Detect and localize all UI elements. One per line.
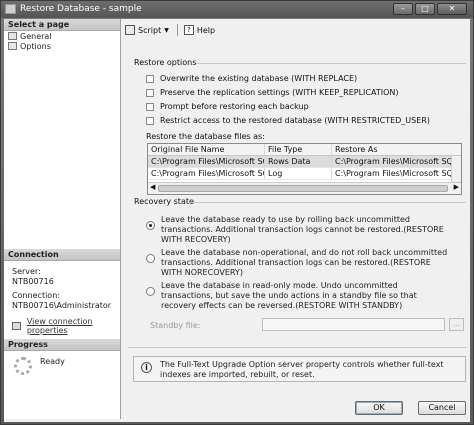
recovery-state-label: Recovery state	[134, 197, 194, 206]
scroll-right-icon[interactable]: ▶	[454, 183, 459, 191]
help-button[interactable]: ? Help	[183, 25, 216, 35]
window-title: Restore Database - sample	[20, 4, 142, 14]
info-panel: i The Full-Text Upgrade Option server pr…	[133, 356, 466, 382]
recovery-state-divider	[190, 202, 466, 203]
radio-with-recovery[interactable]: Leave the database ready to use by rolli…	[146, 215, 451, 245]
standby-file-input[interactable]	[262, 318, 445, 331]
column-file-type[interactable]: File Type	[265, 144, 332, 155]
database-icon	[5, 4, 16, 14]
properties-icon	[12, 322, 21, 330]
checkbox-box[interactable]	[146, 102, 154, 111]
server-label: Server:	[12, 267, 41, 276]
ok-button[interactable]: OK	[355, 401, 403, 415]
cell-restore-as[interactable]: C:\Program Files\Microsoft SQL...	[332, 156, 451, 167]
checkbox-prompt-before-restoring[interactable]: Prompt before restoring each backup	[146, 102, 309, 111]
column-restore-as[interactable]: Restore As	[332, 144, 451, 155]
radio-button[interactable]	[146, 287, 155, 296]
progress-header: Progress	[4, 339, 120, 351]
help-label: Help	[196, 25, 216, 35]
restore-database-window: Restore Database - sample – □ ✕ Select a…	[0, 0, 474, 425]
page-label: General	[20, 31, 52, 41]
table-row[interactable]: C:\Program Files\Microsoft SQL... Log C:…	[148, 168, 461, 180]
info-icon: i	[141, 362, 152, 373]
cell-file-type: Log	[265, 168, 332, 179]
radio-button[interactable]	[146, 254, 155, 263]
radio-button[interactable]	[146, 221, 155, 230]
cell-original-file: C:\Program Files\Microsoft SQL...	[148, 156, 265, 167]
grid-header: Original File Name File Type Restore As	[148, 144, 461, 156]
checkbox-box[interactable]	[146, 74, 154, 83]
progress-spinner-icon	[14, 357, 32, 375]
radio-with-norecovery[interactable]: Leave the database non-operational, and …	[146, 248, 451, 278]
toolbar-separator	[176, 24, 178, 36]
column-original-file-name[interactable]: Original File Name	[148, 144, 265, 155]
cell-restore-as[interactable]: C:\Program Files\Microsoft SQL...	[332, 168, 451, 179]
checkbox-box[interactable]	[146, 88, 154, 97]
chevron-down-icon[interactable]: ▼	[164, 27, 169, 34]
checkbox-label: Overwrite the existing database (WITH RE…	[160, 74, 358, 83]
restore-options-divider	[196, 63, 466, 64]
connection-value: NTB00716\Administrator	[12, 301, 112, 310]
progress-status: Ready	[40, 357, 65, 366]
connection-label: Connection:	[12, 291, 60, 300]
checkbox-with-replace[interactable]: Overwrite the existing database (WITH RE…	[146, 74, 357, 83]
resize-grip-icon[interactable]: ⋱	[462, 413, 468, 420]
restore-files-grid[interactable]: Original File Name File Type Restore As …	[147, 143, 462, 195]
left-pane: Select a page General Options Connection…	[4, 19, 121, 419]
checkbox-label: Restrict access to the restored database…	[160, 116, 430, 125]
vertical-scrollbar[interactable]	[451, 156, 461, 182]
title-bar[interactable]: Restore Database - sample – □ ✕	[1, 1, 473, 18]
script-icon	[125, 25, 135, 35]
restore-options-label: Restore options	[134, 58, 197, 67]
checkbox-label: Preserve the replication settings (WITH …	[160, 88, 399, 97]
connection-section: Connection Server: NTB00716 Connection: …	[4, 249, 120, 335]
horizontal-scrollbar[interactable]: ◀ ▶	[148, 182, 461, 194]
cell-file-type: Rows Data	[265, 156, 332, 167]
info-text: The Full-Text Upgrade Option server prop…	[160, 360, 444, 379]
cancel-button[interactable]: Cancel	[418, 401, 466, 415]
checkbox-label: Prompt before restoring each backup	[160, 102, 309, 111]
connection-header: Connection	[4, 249, 120, 261]
script-label: Script	[138, 25, 162, 35]
restore-files-label: Restore the database files as:	[146, 132, 265, 141]
maximize-button[interactable]: □	[415, 3, 435, 15]
info-divider	[128, 347, 466, 348]
close-button[interactable]: ✕	[437, 3, 467, 15]
dialog-client: Select a page General Options Connection…	[4, 19, 470, 422]
table-row[interactable]: C:\Program Files\Microsoft SQL... Rows D…	[148, 156, 461, 168]
checkbox-keep-replication[interactable]: Preserve the replication settings (WITH …	[146, 88, 399, 97]
toolbar: Script ▼ ? Help	[125, 24, 215, 36]
minimize-button[interactable]: –	[393, 3, 413, 15]
radio-label: Leave the database non-operational, and …	[161, 248, 448, 277]
help-icon: ?	[183, 25, 194, 35]
script-button[interactable]: Script ▼	[125, 25, 171, 35]
page-general[interactable]: General	[4, 31, 120, 41]
radio-with-standby[interactable]: Leave the database in read-only mode. Un…	[146, 281, 451, 311]
view-connection-properties-link[interactable]: View connection properties	[4, 317, 120, 335]
scroll-left-icon[interactable]: ◀	[150, 183, 155, 191]
standby-file-label: Standby file:	[150, 321, 201, 330]
page-label: Options	[20, 41, 51, 51]
checkbox-box[interactable]	[146, 116, 154, 125]
view-connection-properties-label: View connection properties	[26, 317, 93, 335]
page-options[interactable]: Options	[4, 41, 120, 51]
radio-label: Leave the database in read-only mode. Un…	[161, 281, 417, 310]
page-icon	[8, 32, 17, 40]
cell-original-file: C:\Program Files\Microsoft SQL...	[148, 168, 265, 179]
scrollbar-thumb[interactable]	[158, 185, 448, 192]
page-icon	[8, 42, 17, 50]
server-value: NTB00716	[12, 277, 54, 286]
standby-browse-button[interactable]: ...	[449, 318, 464, 331]
checkbox-restricted-user[interactable]: Restrict access to the restored database…	[146, 116, 430, 125]
progress-section: Progress Ready	[4, 339, 120, 381]
radio-label: Leave the database ready to use by rolli…	[161, 215, 444, 244]
select-page-header: Select a page	[4, 19, 120, 31]
